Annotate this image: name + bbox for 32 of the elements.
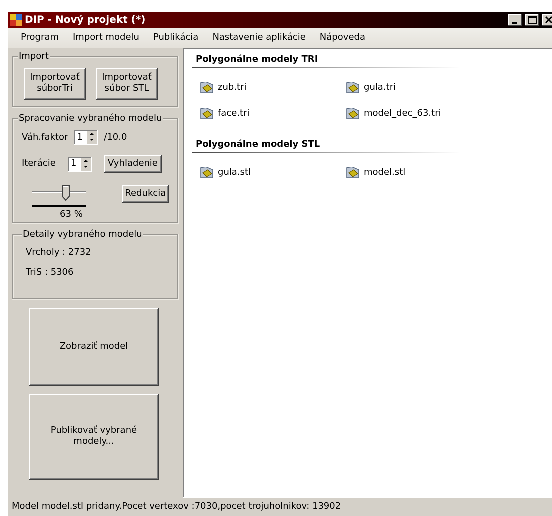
menu-item[interactable]: Nastavenie aplikácie (206, 33, 313, 43)
reduction-button[interactable]: Redukcia (122, 185, 169, 203)
detail-text: Vrcholy : 2732 (26, 248, 92, 258)
menu-item[interactable]: Publikácia (146, 33, 206, 43)
status-text: Model model.stl pridany.Pocet vertexov :7030,pocet trojuholnikov: 13902 (12, 502, 342, 512)
list-group-header: Polygonálne modely STL (192, 138, 549, 153)
field-label: Váh.faktor (22, 132, 68, 142)
model-file-item[interactable]: zub.tri (218, 83, 247, 93)
model-file-item[interactable]: gula.tri (364, 83, 396, 93)
list-group-header: Polygonálne modely TRI (192, 53, 549, 68)
import-button[interactable]: Importovať súborTri (24, 68, 86, 100)
field-label: Iterácie (22, 159, 57, 169)
show-model-button[interactable]: Zobraziť model (29, 308, 159, 386)
import-button[interactable]: Importovať súbor STL (96, 68, 158, 100)
model-file-item[interactable]: model_dec_63.tri (364, 109, 442, 119)
menu-item[interactable]: Program (14, 33, 66, 43)
detail-text: TriS : 5306 (26, 268, 75, 278)
model-file-item[interactable]: model.stl (364, 168, 406, 178)
slider-reading: 63 % (60, 210, 83, 220)
number-spinner[interactable]: 1 (74, 130, 98, 145)
menu-item[interactable]: Import modelu (66, 33, 146, 43)
publish-button[interactable]: Publikovať vybrané modely... (29, 394, 159, 480)
menu-item[interactable]: Nápoveda (312, 33, 372, 43)
field-suffix: /10.0 (104, 132, 128, 142)
group-title: Import (18, 52, 50, 62)
window-title: DIP - Nový projekt (*) (25, 14, 147, 26)
model-file-item[interactable]: gula.stl (218, 168, 252, 178)
number-spinner[interactable]: 1 (68, 156, 92, 172)
model-file-item[interactable]: face.tri (218, 109, 250, 119)
group-title: Spracovanie vybraného modelu (18, 114, 164, 124)
group-title: Detaily vybraného modelu (22, 230, 144, 240)
smooth-button[interactable]: Vyhladenie (104, 155, 162, 173)
